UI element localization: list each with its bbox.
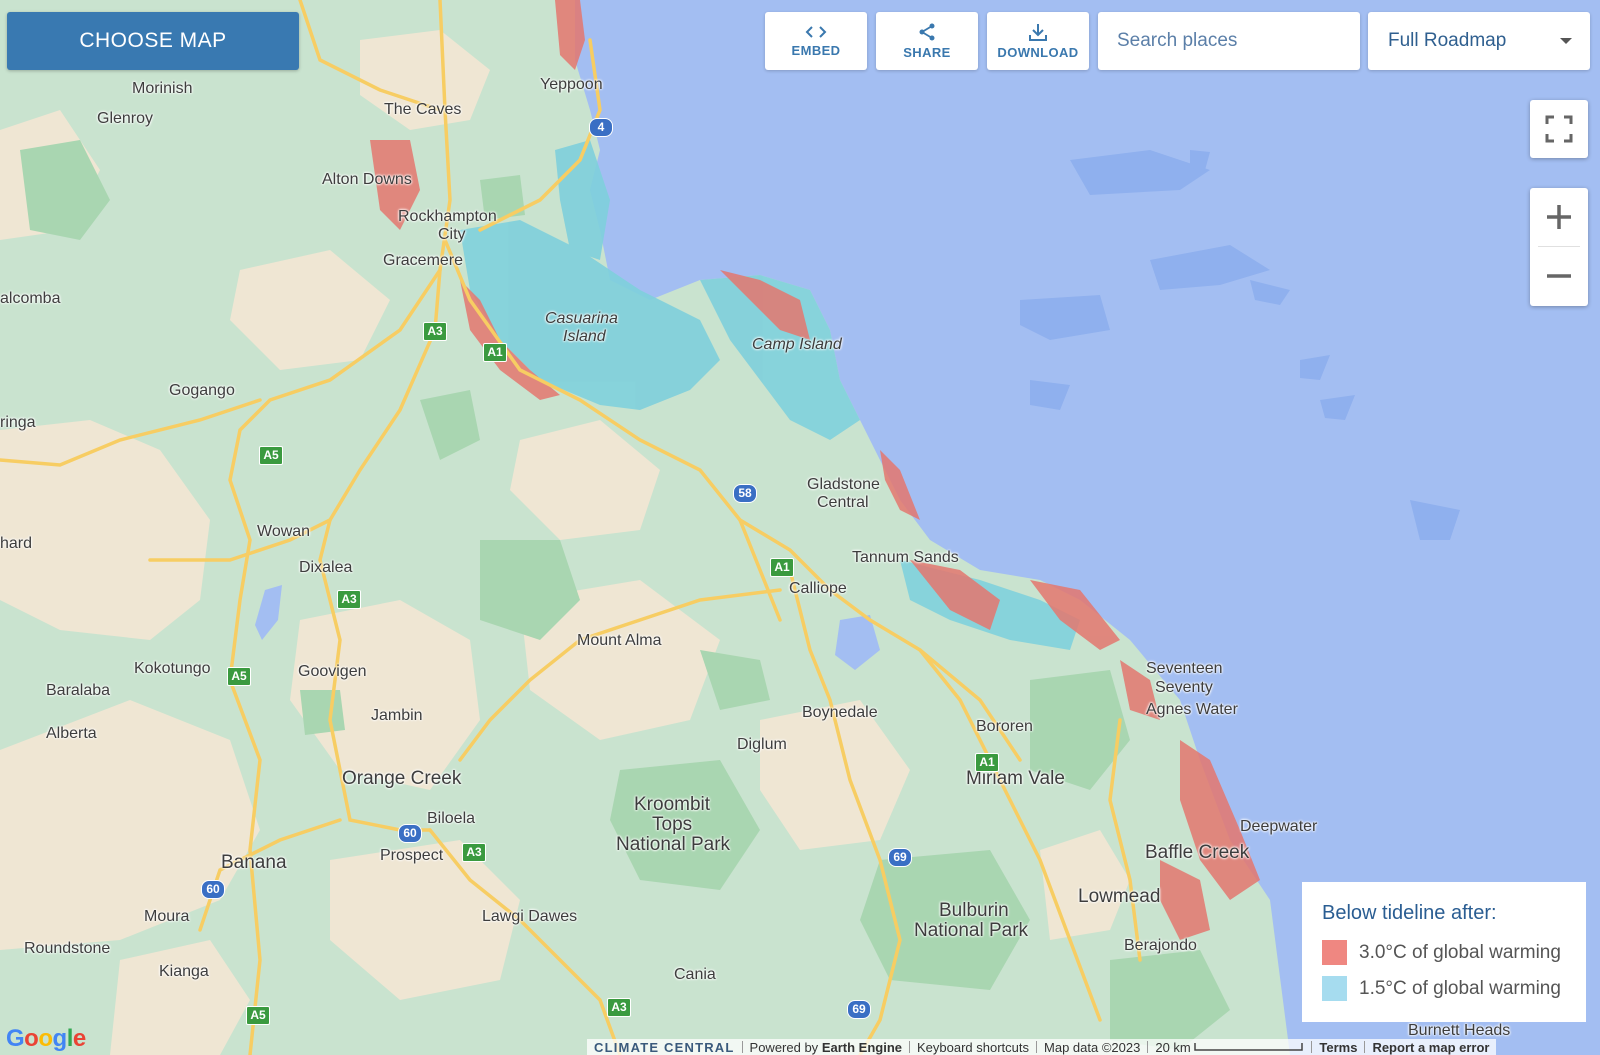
- fullscreen-icon: [1545, 115, 1573, 143]
- legend-title: Below tideline after:: [1322, 902, 1497, 924]
- share-icon: [919, 23, 935, 41]
- legend-label: 3.0°C of global warming: [1359, 941, 1561, 963]
- chevron-down-icon: [1560, 38, 1572, 44]
- keyboard-shortcuts-link[interactable]: Keyboard shortcuts: [910, 1040, 1036, 1055]
- choose-map-button[interactable]: CHOOSE MAP: [7, 12, 299, 70]
- choose-map-label: CHOOSE MAP: [79, 29, 227, 52]
- terms-link[interactable]: Terms: [1312, 1040, 1364, 1055]
- download-button[interactable]: DOWNLOAD: [987, 12, 1089, 70]
- powered-by: Powered by Earth Engine: [743, 1040, 909, 1055]
- zoom-out-button[interactable]: [1530, 247, 1588, 305]
- embed-button[interactable]: EMBED: [765, 12, 867, 70]
- legend-item-1-5: 1.5°C of global warming: [1322, 976, 1561, 1001]
- plus-icon: [1547, 205, 1571, 229]
- earth-engine-label: Earth Engine: [821, 1039, 902, 1055]
- map-type-value: Full Roadmap: [1388, 30, 1507, 51]
- legend-item-3-0: 3.0°C of global warming: [1322, 940, 1561, 965]
- powered-by-label: Powered by: [749, 1039, 819, 1055]
- zoom-control: [1530, 188, 1588, 306]
- minus-icon: [1547, 274, 1571, 278]
- scale-label: 20 km: [1155, 1039, 1191, 1055]
- attribution-bar: CLIMATE CENTRAL Powered by Earth Engine …: [587, 1039, 1497, 1055]
- climate-central-logo: CLIMATE CENTRAL: [594, 1039, 735, 1055]
- search-box: [1098, 12, 1364, 70]
- share-label: SHARE: [903, 45, 951, 60]
- report-map-error-link[interactable]: Report a map error: [1365, 1040, 1496, 1055]
- map-data-text: Map data ©2023: [1044, 1039, 1141, 1055]
- zoom-in-button[interactable]: [1530, 188, 1588, 246]
- map-type-select[interactable]: Full Roadmap: [1368, 12, 1590, 70]
- legend-label: 1.5°C of global warming: [1359, 977, 1561, 999]
- share-button[interactable]: SHARE: [876, 12, 978, 70]
- fullscreen-button[interactable]: [1530, 100, 1588, 158]
- embed-label: EMBED: [791, 43, 841, 58]
- search-input[interactable]: [1115, 12, 1364, 70]
- scale-line: [1194, 1042, 1304, 1051]
- map-legend: Below tideline after: 3.0°C of global wa…: [1302, 882, 1586, 1022]
- download-label: DOWNLOAD: [997, 45, 1079, 60]
- legend-swatch: [1322, 940, 1347, 965]
- scale-bar[interactable]: 20 km: [1148, 1040, 1311, 1055]
- legend-swatch: [1322, 976, 1347, 1001]
- download-icon: [1029, 24, 1047, 41]
- google-logo: Google: [6, 1025, 86, 1052]
- code-icon: [805, 26, 827, 38]
